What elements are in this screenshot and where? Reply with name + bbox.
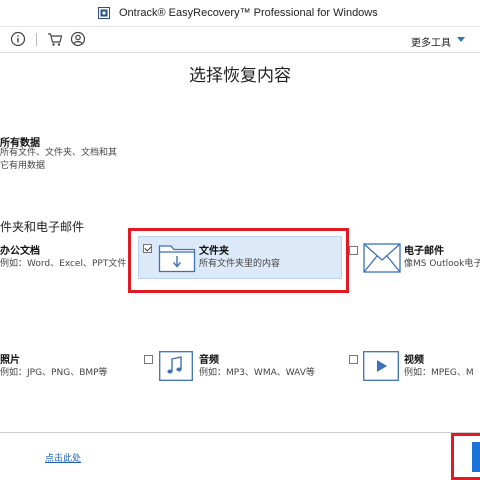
audio-checkbox[interactable] xyxy=(144,355,153,364)
photos-desc: 例如：JPG、PNG、BMP等 xyxy=(0,368,108,378)
email-desc: 像MS Outlook电子 xyxy=(404,259,480,269)
page-title: 选择恢复内容 xyxy=(189,66,291,86)
toolbar: 更多工具 xyxy=(0,27,480,53)
account-icon[interactable] xyxy=(70,31,86,47)
music-note-icon xyxy=(159,351,193,381)
email-checkbox[interactable] xyxy=(349,246,358,255)
title-bar: Ontrack® EasyRecovery™ Professional for … xyxy=(0,0,480,27)
all-data-option-desc: 所有文件、文件夹、文档和其 它有用数据 xyxy=(0,147,132,173)
video-desc: 例如：MPEG、M xyxy=(404,368,474,378)
audio-title[interactable]: 音频 xyxy=(199,351,219,366)
audio-desc: 例如：MP3、WMA、WAV等 xyxy=(199,368,315,378)
window-title: Ontrack® EasyRecovery™ Professional for … xyxy=(119,7,378,19)
info-icon[interactable] xyxy=(10,31,26,47)
more-tools-menu[interactable]: 更多工具 xyxy=(411,34,451,49)
all-data-desc-line1: 所有文件、文件夹、文档和其 xyxy=(0,148,118,158)
email-icon xyxy=(363,243,401,273)
email-title[interactable]: 电子邮件 xyxy=(404,242,444,257)
cart-icon[interactable] xyxy=(47,31,63,47)
folder-highlight-frame xyxy=(128,228,349,293)
app-logo-icon xyxy=(98,7,110,19)
photos-title[interactable]: 照片 xyxy=(0,351,20,366)
video-play-icon xyxy=(363,351,399,381)
chevron-down-icon[interactable] xyxy=(457,37,465,42)
section-title: 件夹和电子邮件 xyxy=(0,220,85,234)
all-data-desc-line2: 它有用数据 xyxy=(0,161,46,171)
office-docs-title[interactable]: 办公文档 xyxy=(0,242,40,257)
video-checkbox[interactable] xyxy=(349,355,358,364)
footer-divider xyxy=(0,432,480,433)
office-docs-desc: 例如：Word、Excel、PPT文件 xyxy=(0,259,127,269)
video-title[interactable]: 视频 xyxy=(404,351,424,366)
toolbar-separator xyxy=(36,33,37,46)
next-button[interactable] xyxy=(472,442,480,472)
click-here-link[interactable]: 点击此处 xyxy=(45,451,81,464)
